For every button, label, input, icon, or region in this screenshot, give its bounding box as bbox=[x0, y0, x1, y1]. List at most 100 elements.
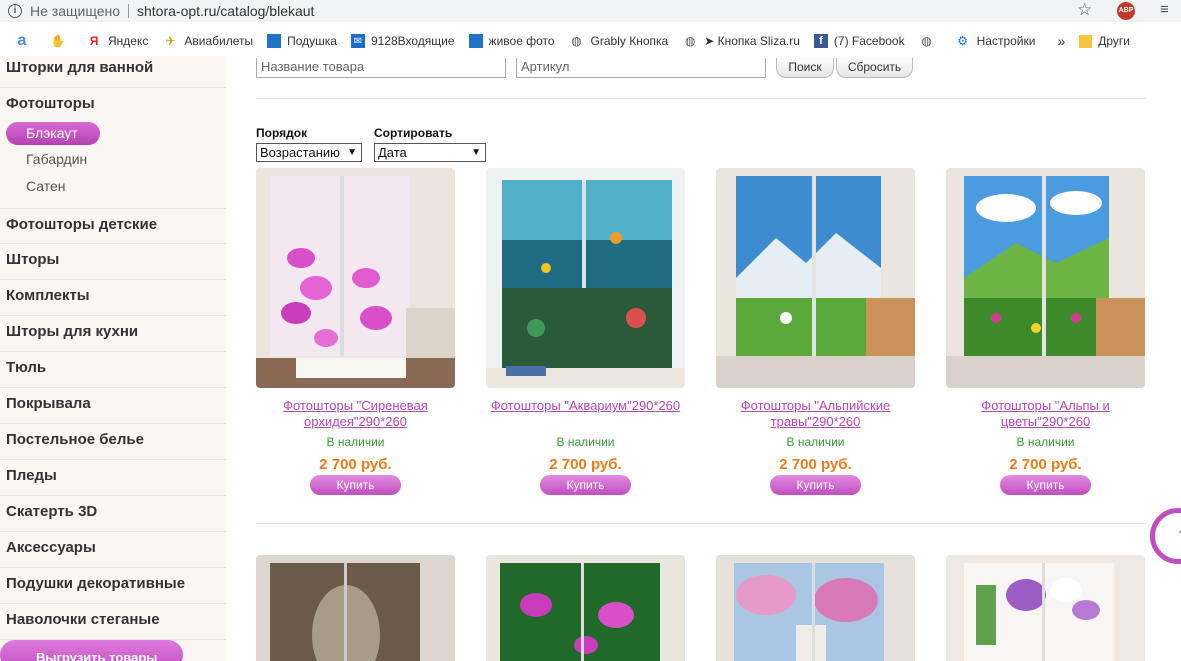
mail-icon: ✉ bbox=[350, 34, 365, 48]
product-card[interactable]: Фотошторы "Сиреневая орхидея"290*260 В н… bbox=[256, 168, 455, 495]
url-text[interactable]: shtora-opt.ru/catalog/blekaut bbox=[137, 3, 314, 19]
product-image[interactable] bbox=[486, 168, 685, 388]
product-name-link[interactable]: Фотошторы "Сиреневая орхидея"290*260 bbox=[256, 398, 455, 430]
sidebar-item[interactable]: Пледы bbox=[0, 460, 226, 496]
product-image[interactable] bbox=[716, 555, 915, 661]
sidebar-item[interactable]: Покрывала bbox=[0, 388, 226, 424]
sidebar-item-bath[interactable]: Шторки для ванной bbox=[0, 52, 226, 88]
sidebar-item-label: Постельное белье bbox=[6, 431, 144, 448]
bookmark-yandex[interactable]: Я Яндекс bbox=[86, 33, 149, 49]
product-card[interactable]: Фотошторы "Альпы и цветы"290*260 В налич… bbox=[946, 168, 1145, 495]
scroll-up-button[interactable]: ↑ bbox=[1150, 508, 1181, 564]
bookmark-facebook[interactable]: f (7) Facebook bbox=[813, 34, 905, 48]
upload-products-button[interactable]: ☁ Выгрузить товары bbox=[0, 640, 183, 661]
menu-icon[interactable]: ≡ bbox=[1160, 1, 1169, 18]
sidebar-item-gabardin[interactable]: Габардин bbox=[26, 151, 87, 167]
gear-icon: ⚙ bbox=[957, 34, 968, 48]
yandex-icon: Я bbox=[89, 34, 99, 48]
bookmark-label: Други bbox=[1098, 34, 1130, 48]
sidebar-item-label: Скатерть 3D bbox=[6, 503, 98, 520]
product-name-input[interactable]: Название товара bbox=[256, 58, 506, 78]
buy-button[interactable]: Купить bbox=[310, 475, 401, 495]
order-label: Порядок bbox=[256, 126, 308, 140]
globe-icon: ◍ bbox=[684, 34, 696, 48]
sidebar-item[interactable]: Фотошторы детские bbox=[0, 208, 226, 244]
product-card[interactable]: Фотошторы "Альпийские травы"290*260 В на… bbox=[716, 168, 915, 495]
chevron-down-icon: ▼ bbox=[347, 147, 357, 158]
bookmark-label: Яндекс bbox=[108, 34, 149, 48]
product-image[interactable] bbox=[256, 555, 455, 661]
bookmark-avia[interactable]: ✈ Авиабилеты bbox=[162, 33, 253, 49]
sidebar-item-label: Наволочки стеганые bbox=[6, 611, 160, 628]
sidebar-item[interactable]: Шторы bbox=[0, 244, 226, 280]
sidebar-item-label: Шторы bbox=[6, 251, 60, 268]
chevron-down-icon: ▼ bbox=[471, 147, 481, 158]
windows-icon bbox=[267, 34, 282, 48]
sort-select[interactable]: Дата ▼ bbox=[374, 143, 486, 162]
sidebar-item[interactable]: Наволочки стеганые bbox=[0, 604, 226, 640]
bookmark-a[interactable]: a bbox=[14, 32, 36, 49]
sidebar-item[interactable]: Постельное белье bbox=[0, 424, 226, 460]
sidebar-item-label: Пледы bbox=[6, 467, 57, 484]
sort-value: Дата bbox=[378, 145, 407, 160]
upload-button-label: Выгрузить товары bbox=[36, 650, 158, 661]
hand-icon: ✋ bbox=[50, 34, 66, 48]
bookmark-photo[interactable]: живое фото bbox=[468, 34, 555, 48]
sidebar-item-label: Покрывала bbox=[6, 395, 91, 412]
article-input[interactable]: Артикул bbox=[516, 58, 766, 78]
reset-button[interactable]: Сбросить bbox=[836, 58, 913, 78]
sidebar-item[interactable]: Скатерть 3D bbox=[0, 496, 226, 532]
search-button[interactable]: Поиск bbox=[776, 58, 834, 78]
product-name-link[interactable]: Фотошторы "Альпы и цветы"290*260 bbox=[946, 398, 1145, 430]
reset-button-label: Сбросить bbox=[847, 60, 902, 74]
arrow-up-icon: ↑ bbox=[1175, 519, 1181, 553]
product-image[interactable] bbox=[486, 555, 685, 661]
product-image[interactable] bbox=[946, 168, 1145, 388]
product-image[interactable] bbox=[946, 555, 1145, 661]
product-name-link[interactable]: Фотошторы "Альпийские травы"290*260 bbox=[716, 398, 915, 430]
product-image[interactable] bbox=[256, 168, 455, 388]
bookmarks-overflow[interactable]: » bbox=[1057, 33, 1065, 49]
sidebar-item-saten[interactable]: Сатен bbox=[26, 178, 66, 194]
sidebar-item-label: Подушки декоративные bbox=[6, 575, 186, 592]
buy-button[interactable]: Купить bbox=[770, 475, 861, 495]
cloud-icon: ☁ bbox=[10, 645, 28, 661]
sidebar-item[interactable]: Тюль bbox=[0, 352, 226, 388]
sidebar-item-label: Шторки для ванной bbox=[6, 59, 154, 76]
sidebar: Шторки для ванной Фотошторы Блэкаут Габа… bbox=[0, 56, 226, 661]
info-icon[interactable]: i bbox=[8, 4, 22, 18]
bookmark-label: Авиабилеты bbox=[184, 34, 254, 48]
sidebar-item-label: Фотошторы bbox=[6, 95, 95, 112]
bookmark-podushka[interactable]: Подушка bbox=[267, 34, 337, 48]
sidebar-section-photo[interactable]: Фотошторы bbox=[0, 88, 226, 124]
product-price: 2 700 руб. bbox=[1009, 456, 1082, 473]
sidebar-item[interactable]: Шторы для кухни bbox=[0, 316, 226, 352]
bookmark-other[interactable]: Други bbox=[1079, 34, 1130, 48]
bookmark-hand[interactable]: ✋ bbox=[50, 33, 72, 49]
address-bar[interactable]: i Не защищено shtora-opt.ru/catalog/blek… bbox=[0, 0, 1181, 22]
star-icon[interactable]: ☆ bbox=[1077, 0, 1092, 20]
sidebar-item[interactable]: Подушки декоративные bbox=[0, 568, 226, 604]
bookmark-mail[interactable]: ✉ 9128Входящие bbox=[350, 34, 455, 48]
bookmark-grably[interactable]: ◍ Grably Кнопка bbox=[569, 33, 668, 49]
stock-status: В наличии bbox=[326, 435, 385, 449]
facebook-icon: f bbox=[813, 34, 828, 48]
adblock-icon[interactable]: ABP bbox=[1117, 2, 1135, 20]
sidebar-item-blackout[interactable]: Блэкаут bbox=[6, 122, 100, 145]
buy-button[interactable]: Купить bbox=[1000, 475, 1091, 495]
globe-icon: ◍ bbox=[571, 34, 582, 48]
order-select[interactable]: Возрастанию ▼ bbox=[256, 143, 362, 162]
bookmark-settings[interactable]: ⚙ Настройки bbox=[955, 33, 1035, 49]
sidebar-item[interactable]: Комплекты bbox=[0, 280, 226, 316]
bookmark-globe[interactable]: ◍ bbox=[919, 33, 941, 49]
buy-button[interactable]: Купить bbox=[540, 475, 631, 495]
product-card[interactable]: Фотошторы "Аквариум"290*260 В наличии 2 … bbox=[486, 168, 685, 495]
bookmark-label: Подушка bbox=[287, 34, 337, 48]
stock-status: В наличии bbox=[556, 435, 615, 449]
sidebar-item[interactable]: Аксессуары bbox=[0, 532, 226, 568]
sidebar-item-label: Комплекты bbox=[6, 287, 90, 304]
bookmark-sliza[interactable]: ◍ ➤ Кнопка Sliza.ru bbox=[682, 33, 800, 49]
sidebar-item-label: Сатен bbox=[26, 178, 66, 194]
product-name-link[interactable]: Фотошторы "Аквариум"290*260 bbox=[486, 398, 685, 430]
product-image[interactable] bbox=[716, 168, 915, 388]
